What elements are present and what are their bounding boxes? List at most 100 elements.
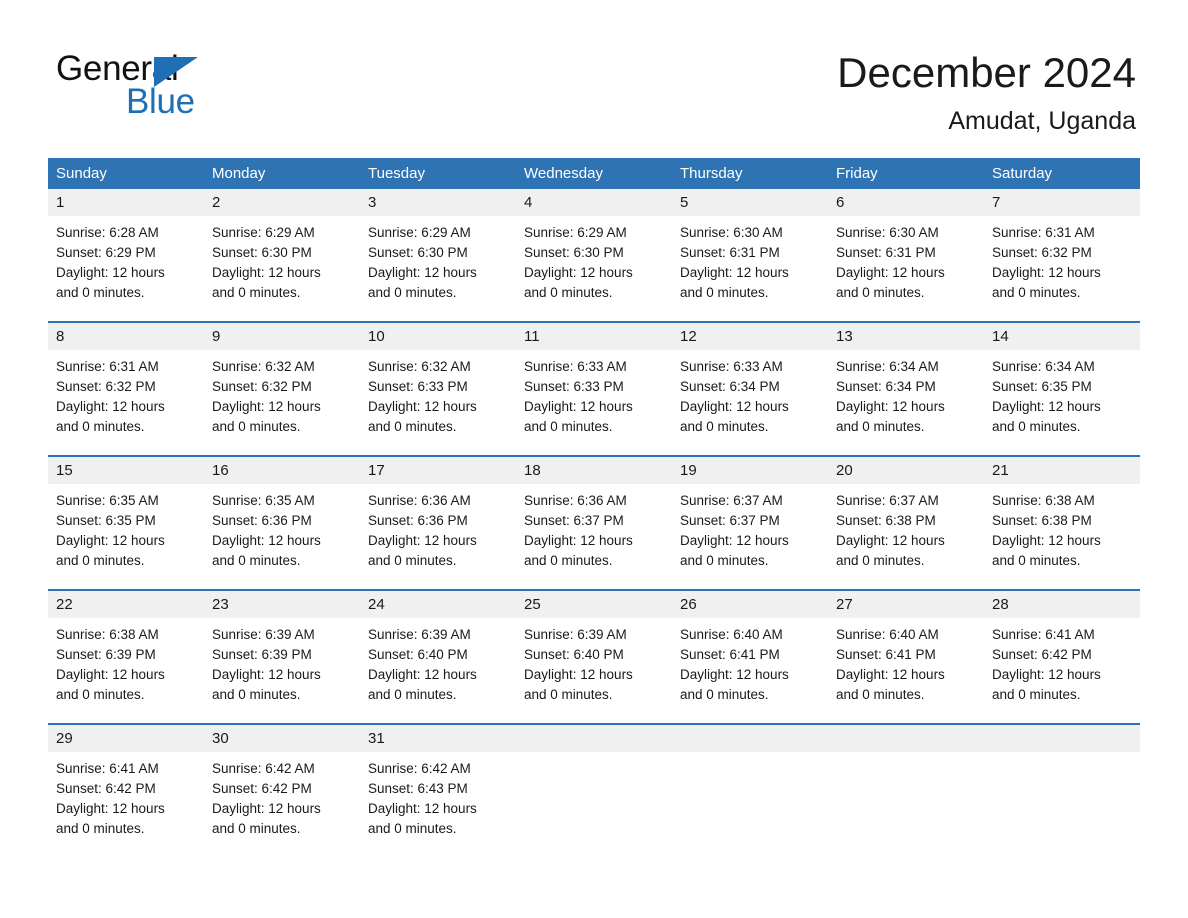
- sunrise-text: Sunrise: 6:41 AM: [56, 761, 159, 776]
- daylight-text-line1: Daylight: 12 hours: [992, 667, 1101, 682]
- sunset-text: Sunset: 6:40 PM: [524, 647, 624, 662]
- day-cell[interactable]: 10 Sunrise: 6:32 AM Sunset: 6:33 PM Dayl…: [360, 323, 516, 455]
- day-details: Sunrise: 6:37 AM Sunset: 6:37 PM Dayligh…: [672, 484, 828, 571]
- day-cell[interactable]: 25 Sunrise: 6:39 AM Sunset: 6:40 PM Dayl…: [516, 591, 672, 723]
- day-number: 15: [48, 457, 204, 484]
- day-cell[interactable]: 4 Sunrise: 6:29 AM Sunset: 6:30 PM Dayli…: [516, 189, 672, 321]
- day-details: Sunrise: 6:39 AM Sunset: 6:39 PM Dayligh…: [204, 618, 360, 705]
- weekday-header-tuesday: Tuesday: [368, 165, 425, 182]
- sunset-text: Sunset: 6:37 PM: [680, 513, 780, 528]
- day-cell[interactable]: 23 Sunrise: 6:39 AM Sunset: 6:39 PM Dayl…: [204, 591, 360, 723]
- day-number: 25: [516, 591, 672, 618]
- day-number: 1: [48, 189, 204, 216]
- day-cell[interactable]: 21 Sunrise: 6:38 AM Sunset: 6:38 PM Dayl…: [984, 457, 1140, 589]
- sunrise-text: Sunrise: 6:42 AM: [368, 761, 471, 776]
- day-cell[interactable]: 15 Sunrise: 6:35 AM Sunset: 6:35 PM Dayl…: [48, 457, 204, 589]
- daylight-text-line2: and 0 minutes.: [56, 687, 145, 702]
- daylight-text-line2: and 0 minutes.: [368, 821, 457, 836]
- day-cell[interactable]: 6 Sunrise: 6:30 AM Sunset: 6:31 PM Dayli…: [828, 189, 984, 321]
- sunrise-text: Sunrise: 6:36 AM: [524, 493, 627, 508]
- sunset-text: Sunset: 6:35 PM: [992, 379, 1092, 394]
- weekday-header-row: Sunday Monday Tuesday Wednesday Thursday…: [48, 158, 1140, 189]
- day-details: Sunrise: 6:39 AM Sunset: 6:40 PM Dayligh…: [516, 618, 672, 705]
- daylight-text-line2: and 0 minutes.: [212, 821, 301, 836]
- daylight-text-line1: Daylight: 12 hours: [368, 801, 477, 816]
- daylight-text-line2: and 0 minutes.: [56, 821, 145, 836]
- sunset-text: Sunset: 6:30 PM: [212, 245, 312, 260]
- day-cell[interactable]: 1 Sunrise: 6:28 AM Sunset: 6:29 PM Dayli…: [48, 189, 204, 321]
- day-cell-empty: [672, 725, 828, 857]
- daylight-text-line2: and 0 minutes.: [680, 687, 769, 702]
- day-cell[interactable]: 16 Sunrise: 6:35 AM Sunset: 6:36 PM Dayl…: [204, 457, 360, 589]
- day-cell[interactable]: 30 Sunrise: 6:42 AM Sunset: 6:42 PM Dayl…: [204, 725, 360, 857]
- day-cell[interactable]: 13 Sunrise: 6:34 AM Sunset: 6:34 PM Dayl…: [828, 323, 984, 455]
- day-number: 22: [48, 591, 204, 618]
- sunset-text: Sunset: 6:38 PM: [836, 513, 936, 528]
- day-cell-empty: [516, 725, 672, 857]
- daylight-text-line1: Daylight: 12 hours: [56, 265, 165, 280]
- day-number: 29: [48, 725, 204, 752]
- day-cell[interactable]: 11 Sunrise: 6:33 AM Sunset: 6:33 PM Dayl…: [516, 323, 672, 455]
- day-cell[interactable]: 27 Sunrise: 6:40 AM Sunset: 6:41 PM Dayl…: [828, 591, 984, 723]
- day-number: [828, 725, 984, 752]
- day-number: [984, 725, 1140, 752]
- sunset-text: Sunset: 6:42 PM: [212, 781, 312, 796]
- day-cell[interactable]: 17 Sunrise: 6:36 AM Sunset: 6:36 PM Dayl…: [360, 457, 516, 589]
- day-details: Sunrise: 6:35 AM Sunset: 6:35 PM Dayligh…: [48, 484, 204, 571]
- day-cell[interactable]: 22 Sunrise: 6:38 AM Sunset: 6:39 PM Dayl…: [48, 591, 204, 723]
- daylight-text-line2: and 0 minutes.: [56, 419, 145, 434]
- day-cell[interactable]: 3 Sunrise: 6:29 AM Sunset: 6:30 PM Dayli…: [360, 189, 516, 321]
- daylight-text-line1: Daylight: 12 hours: [992, 399, 1101, 414]
- sunrise-text: Sunrise: 6:40 AM: [680, 627, 783, 642]
- day-number: 14: [984, 323, 1140, 350]
- day-cell[interactable]: 18 Sunrise: 6:36 AM Sunset: 6:37 PM Dayl…: [516, 457, 672, 589]
- sunset-text: Sunset: 6:40 PM: [368, 647, 468, 662]
- calendar-week-row: 22 Sunrise: 6:38 AM Sunset: 6:39 PM Dayl…: [48, 589, 1140, 723]
- day-details: Sunrise: 6:34 AM Sunset: 6:35 PM Dayligh…: [984, 350, 1140, 437]
- brand-logo[interactable]: General Blue: [56, 50, 356, 122]
- day-number: 26: [672, 591, 828, 618]
- sunrise-text: Sunrise: 6:33 AM: [524, 359, 627, 374]
- daylight-text-line1: Daylight: 12 hours: [524, 399, 633, 414]
- daylight-text-line1: Daylight: 12 hours: [212, 801, 321, 816]
- sunset-text: Sunset: 6:42 PM: [56, 781, 156, 796]
- sunset-text: Sunset: 6:33 PM: [368, 379, 468, 394]
- daylight-text-line1: Daylight: 12 hours: [368, 265, 477, 280]
- day-cell[interactable]: 5 Sunrise: 6:30 AM Sunset: 6:31 PM Dayli…: [672, 189, 828, 321]
- daylight-text-line1: Daylight: 12 hours: [212, 533, 321, 548]
- day-number: 19: [672, 457, 828, 484]
- daylight-text-line2: and 0 minutes.: [992, 285, 1081, 300]
- sunset-text: Sunset: 6:34 PM: [680, 379, 780, 394]
- daylight-text-line2: and 0 minutes.: [212, 285, 301, 300]
- day-cell[interactable]: 19 Sunrise: 6:37 AM Sunset: 6:37 PM Dayl…: [672, 457, 828, 589]
- daylight-text-line2: and 0 minutes.: [836, 285, 925, 300]
- calendar-grid: Sunday Monday Tuesday Wednesday Thursday…: [48, 158, 1140, 857]
- page-subtitle-location: Amudat, Uganda: [948, 107, 1136, 135]
- day-details: Sunrise: 6:31 AM Sunset: 6:32 PM Dayligh…: [48, 350, 204, 437]
- day-cell[interactable]: 14 Sunrise: 6:34 AM Sunset: 6:35 PM Dayl…: [984, 323, 1140, 455]
- day-cell[interactable]: 7 Sunrise: 6:31 AM Sunset: 6:32 PM Dayli…: [984, 189, 1140, 321]
- sunset-text: Sunset: 6:32 PM: [56, 379, 156, 394]
- weekday-header-monday: Monday: [212, 165, 266, 182]
- daylight-text-line2: and 0 minutes.: [992, 553, 1081, 568]
- day-cell[interactable]: 9 Sunrise: 6:32 AM Sunset: 6:32 PM Dayli…: [204, 323, 360, 455]
- day-cell[interactable]: 24 Sunrise: 6:39 AM Sunset: 6:40 PM Dayl…: [360, 591, 516, 723]
- sunrise-text: Sunrise: 6:35 AM: [56, 493, 159, 508]
- day-cell[interactable]: 8 Sunrise: 6:31 AM Sunset: 6:32 PM Dayli…: [48, 323, 204, 455]
- weekday-header-wednesday: Wednesday: [524, 165, 603, 182]
- day-cell[interactable]: 31 Sunrise: 6:42 AM Sunset: 6:43 PM Dayl…: [360, 725, 516, 857]
- daylight-text-line1: Daylight: 12 hours: [836, 399, 945, 414]
- day-cell[interactable]: 28 Sunrise: 6:41 AM Sunset: 6:42 PM Dayl…: [984, 591, 1140, 723]
- daylight-text-line1: Daylight: 12 hours: [56, 667, 165, 682]
- day-cell[interactable]: 12 Sunrise: 6:33 AM Sunset: 6:34 PM Dayl…: [672, 323, 828, 455]
- day-cell[interactable]: 26 Sunrise: 6:40 AM Sunset: 6:41 PM Dayl…: [672, 591, 828, 723]
- day-cell[interactable]: 20 Sunrise: 6:37 AM Sunset: 6:38 PM Dayl…: [828, 457, 984, 589]
- day-cell[interactable]: 29 Sunrise: 6:41 AM Sunset: 6:42 PM Dayl…: [48, 725, 204, 857]
- day-cell[interactable]: 2 Sunrise: 6:29 AM Sunset: 6:30 PM Dayli…: [204, 189, 360, 321]
- sunset-text: Sunset: 6:39 PM: [212, 647, 312, 662]
- sunrise-text: Sunrise: 6:32 AM: [368, 359, 471, 374]
- day-number: 30: [204, 725, 360, 752]
- day-details: Sunrise: 6:40 AM Sunset: 6:41 PM Dayligh…: [672, 618, 828, 705]
- day-details: Sunrise: 6:31 AM Sunset: 6:32 PM Dayligh…: [984, 216, 1140, 303]
- daylight-text-line1: Daylight: 12 hours: [836, 667, 945, 682]
